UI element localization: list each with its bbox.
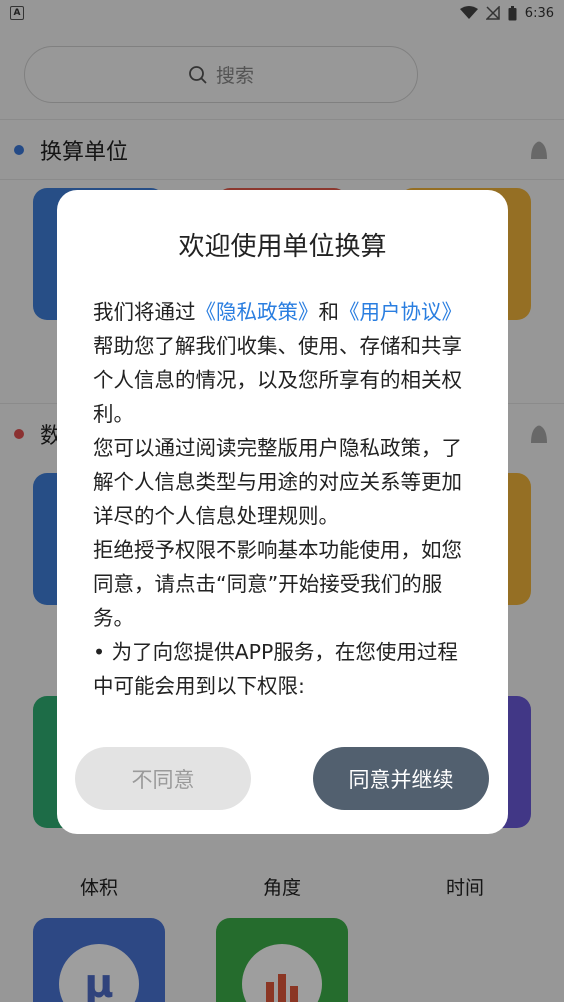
dialog-paragraph-3: 拒绝授予权限不影响基本功能使用，如您同意，请点击“同意”开始接受我们的服务。	[93, 538, 462, 630]
privacy-dialog: 欢迎使用单位换算 我们将通过《隐私政策》和《用户协议》帮助您了解我们收集、使用、…	[57, 190, 508, 834]
dialog-paragraph-1: 我们将通过《隐私政策》和《用户协议》帮助您了解我们收集、使用、存储和共享个人信息…	[93, 295, 478, 431]
text: 帮助您了解我们收集、使用、存储和共享个人信息的情况，以及您所享有的相关权利。	[93, 334, 462, 426]
user-agreement-link[interactable]: 《用户协议》	[339, 300, 462, 324]
dialog-body[interactable]: 我们将通过《隐私政策》和《用户协议》帮助您了解我们收集、使用、存储和共享个人信息…	[93, 295, 478, 720]
text: 和	[318, 300, 340, 324]
privacy-policy-link[interactable]: 《隐私政策》	[196, 300, 319, 324]
dialog-paragraph-4: • 为了向您提供APP服务，在您使用过程中可能会用到以下权限:	[93, 640, 458, 698]
text: 我们将通过	[93, 300, 196, 324]
agree-continue-button[interactable]: 同意并继续	[313, 747, 489, 810]
dialog-paragraph-2: 您可以通过阅读完整版用户隐私政策，了解个人信息类型与用途的对应关系等更加详尽的个…	[93, 436, 462, 528]
dialog-title: 欢迎使用单位换算	[178, 232, 387, 262]
disagree-button[interactable]: 不同意	[75, 747, 251, 810]
